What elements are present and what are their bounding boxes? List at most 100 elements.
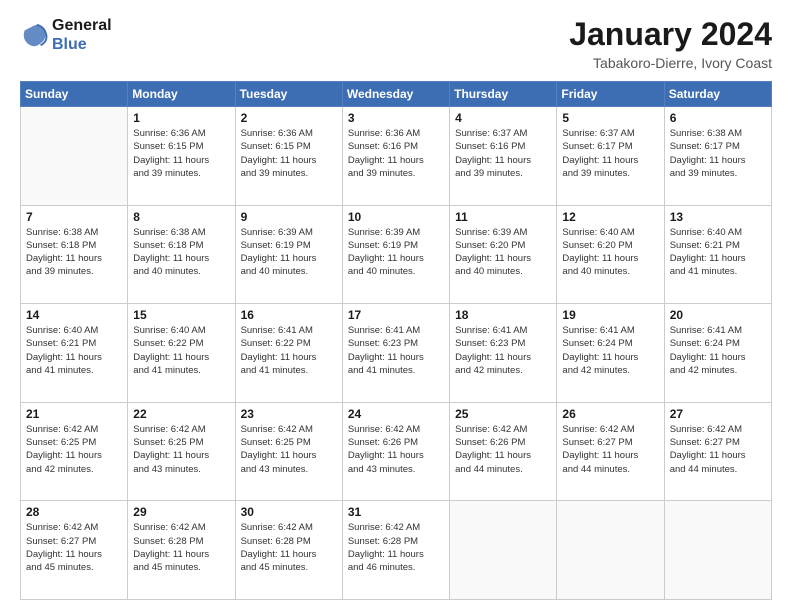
calendar-header-cell: Tuesday	[235, 82, 342, 107]
day-number: 27	[670, 407, 766, 421]
day-number: 6	[670, 111, 766, 125]
day-info: Sunrise: 6:40 AM Sunset: 6:22 PM Dayligh…	[133, 324, 229, 377]
day-info: Sunrise: 6:40 AM Sunset: 6:21 PM Dayligh…	[26, 324, 122, 377]
day-info: Sunrise: 6:42 AM Sunset: 6:28 PM Dayligh…	[348, 521, 444, 574]
day-number: 26	[562, 407, 658, 421]
day-number: 13	[670, 210, 766, 224]
day-info: Sunrise: 6:42 AM Sunset: 6:27 PM Dayligh…	[670, 423, 766, 476]
calendar-table: SundayMondayTuesdayWednesdayThursdayFrid…	[20, 81, 772, 600]
day-info: Sunrise: 6:40 AM Sunset: 6:21 PM Dayligh…	[670, 226, 766, 279]
day-number: 12	[562, 210, 658, 224]
day-number: 29	[133, 505, 229, 519]
day-number: 16	[241, 308, 337, 322]
calendar-cell: 29 Sunrise: 6:42 AM Sunset: 6:28 PM Dayli…	[128, 501, 235, 600]
calendar-header-row: SundayMondayTuesdayWednesdayThursdayFrid…	[21, 82, 772, 107]
calendar-header-cell: Wednesday	[342, 82, 449, 107]
calendar-cell: 9 Sunrise: 6:39 AM Sunset: 6:19 PM Daylig…	[235, 205, 342, 304]
day-info: Sunrise: 6:38 AM Sunset: 6:18 PM Dayligh…	[133, 226, 229, 279]
calendar-cell: 8 Sunrise: 6:38 AM Sunset: 6:18 PM Daylig…	[128, 205, 235, 304]
calendar-header-cell: Monday	[128, 82, 235, 107]
day-info: Sunrise: 6:36 AM Sunset: 6:15 PM Dayligh…	[133, 127, 229, 180]
day-number: 31	[348, 505, 444, 519]
day-number: 20	[670, 308, 766, 322]
day-info: Sunrise: 6:41 AM Sunset: 6:24 PM Dayligh…	[670, 324, 766, 377]
calendar-cell: 26 Sunrise: 6:42 AM Sunset: 6:27 PM Dayli…	[557, 402, 664, 501]
calendar-cell: 28 Sunrise: 6:42 AM Sunset: 6:27 PM Dayli…	[21, 501, 128, 600]
calendar-row: 28 Sunrise: 6:42 AM Sunset: 6:27 PM Dayli…	[21, 501, 772, 600]
calendar-cell: 27 Sunrise: 6:42 AM Sunset: 6:27 PM Dayli…	[664, 402, 771, 501]
day-info: Sunrise: 6:37 AM Sunset: 6:16 PM Dayligh…	[455, 127, 551, 180]
day-info: Sunrise: 6:36 AM Sunset: 6:15 PM Dayligh…	[241, 127, 337, 180]
calendar-cell	[664, 501, 771, 600]
day-number: 8	[133, 210, 229, 224]
calendar-row: 21 Sunrise: 6:42 AM Sunset: 6:25 PM Dayli…	[21, 402, 772, 501]
calendar-header-cell: Thursday	[450, 82, 557, 107]
day-info: Sunrise: 6:42 AM Sunset: 6:27 PM Dayligh…	[26, 521, 122, 574]
calendar-header-cell: Sunday	[21, 82, 128, 107]
day-number: 14	[26, 308, 122, 322]
calendar-cell: 17Sunrise: 6:41 AM Sunset: 6:23 PM Dayli…	[342, 304, 449, 403]
calendar-row: 7Sunrise: 6:38 AM Sunset: 6:18 PM Daylig…	[21, 205, 772, 304]
calendar-cell: 1 Sunrise: 6:36 AM Sunset: 6:15 PM Daylig…	[128, 107, 235, 206]
calendar-cell: 23Sunrise: 6:42 AM Sunset: 6:25 PM Dayli…	[235, 402, 342, 501]
day-number: 21	[26, 407, 122, 421]
calendar-cell: 25 Sunrise: 6:42 AM Sunset: 6:26 PM Dayli…	[450, 402, 557, 501]
day-info: Sunrise: 6:39 AM Sunset: 6:20 PM Dayligh…	[455, 226, 551, 279]
calendar-cell: 16 Sunrise: 6:41 AM Sunset: 6:22 PM Dayli…	[235, 304, 342, 403]
day-info: Sunrise: 6:42 AM Sunset: 6:26 PM Dayligh…	[455, 423, 551, 476]
calendar-header-cell: Saturday	[664, 82, 771, 107]
calendar-cell: 7Sunrise: 6:38 AM Sunset: 6:18 PM Daylig…	[21, 205, 128, 304]
day-info: Sunrise: 6:42 AM Sunset: 6:28 PM Dayligh…	[133, 521, 229, 574]
day-number: 10	[348, 210, 444, 224]
day-info: Sunrise: 6:38 AM Sunset: 6:18 PM Dayligh…	[26, 226, 122, 279]
day-number: 9	[241, 210, 337, 224]
title-block: January 2024 Tabakoro-Dierre, Ivory Coas…	[569, 16, 772, 71]
page: General Blue January 2024 Tabakoro-Dierr…	[0, 0, 792, 612]
calendar-cell: 3Sunrise: 6:36 AM Sunset: 6:16 PM Daylig…	[342, 107, 449, 206]
day-number: 2	[241, 111, 337, 125]
day-number: 3	[348, 111, 444, 125]
calendar-cell: 6Sunrise: 6:38 AM Sunset: 6:17 PM Daylig…	[664, 107, 771, 206]
day-info: Sunrise: 6:39 AM Sunset: 6:19 PM Dayligh…	[241, 226, 337, 279]
calendar-cell: 2 Sunrise: 6:36 AM Sunset: 6:15 PM Daylig…	[235, 107, 342, 206]
calendar-cell: 5 Sunrise: 6:37 AM Sunset: 6:17 PM Daylig…	[557, 107, 664, 206]
month-title: January 2024	[569, 16, 772, 53]
day-info: Sunrise: 6:41 AM Sunset: 6:22 PM Dayligh…	[241, 324, 337, 377]
calendar-row: 14 Sunrise: 6:40 AM Sunset: 6:21 PM Dayli…	[21, 304, 772, 403]
calendar-cell: 12 Sunrise: 6:40 AM Sunset: 6:20 PM Dayli…	[557, 205, 664, 304]
calendar-header-cell: Friday	[557, 82, 664, 107]
day-number: 1	[133, 111, 229, 125]
calendar-cell: 22Sunrise: 6:42 AM Sunset: 6:25 PM Dayli…	[128, 402, 235, 501]
calendar-cell: 11Sunrise: 6:39 AM Sunset: 6:20 PM Dayli…	[450, 205, 557, 304]
calendar-cell: 31 Sunrise: 6:42 AM Sunset: 6:28 PM Dayli…	[342, 501, 449, 600]
calendar-row: 1 Sunrise: 6:36 AM Sunset: 6:15 PM Daylig…	[21, 107, 772, 206]
calendar-cell: 19Sunrise: 6:41 AM Sunset: 6:24 PM Dayli…	[557, 304, 664, 403]
day-number: 28	[26, 505, 122, 519]
day-number: 25	[455, 407, 551, 421]
calendar-cell	[450, 501, 557, 600]
day-info: Sunrise: 6:42 AM Sunset: 6:25 PM Dayligh…	[241, 423, 337, 476]
calendar-cell	[557, 501, 664, 600]
logo: General Blue	[20, 16, 112, 54]
day-number: 4	[455, 111, 551, 125]
calendar-cell: 20 Sunrise: 6:41 AM Sunset: 6:24 PM Dayli…	[664, 304, 771, 403]
calendar-cell: 21 Sunrise: 6:42 AM Sunset: 6:25 PM Dayli…	[21, 402, 128, 501]
calendar-cell	[21, 107, 128, 206]
day-info: Sunrise: 6:41 AM Sunset: 6:24 PM Dayligh…	[562, 324, 658, 377]
calendar-cell: 30Sunrise: 6:42 AM Sunset: 6:28 PM Dayli…	[235, 501, 342, 600]
calendar-cell: 4 Sunrise: 6:37 AM Sunset: 6:16 PM Daylig…	[450, 107, 557, 206]
calendar-cell: 14 Sunrise: 6:40 AM Sunset: 6:21 PM Dayli…	[21, 304, 128, 403]
day-info: Sunrise: 6:40 AM Sunset: 6:20 PM Dayligh…	[562, 226, 658, 279]
calendar-cell: 10 Sunrise: 6:39 AM Sunset: 6:19 PM Dayli…	[342, 205, 449, 304]
calendar-cell: 15Sunrise: 6:40 AM Sunset: 6:22 PM Dayli…	[128, 304, 235, 403]
day-info: Sunrise: 6:42 AM Sunset: 6:25 PM Dayligh…	[26, 423, 122, 476]
day-info: Sunrise: 6:39 AM Sunset: 6:19 PM Dayligh…	[348, 226, 444, 279]
header: General Blue January 2024 Tabakoro-Dierr…	[20, 16, 772, 71]
day-number: 18	[455, 308, 551, 322]
logo-icon	[20, 21, 48, 49]
day-info: Sunrise: 6:37 AM Sunset: 6:17 PM Dayligh…	[562, 127, 658, 180]
day-info: Sunrise: 6:42 AM Sunset: 6:27 PM Dayligh…	[562, 423, 658, 476]
day-number: 22	[133, 407, 229, 421]
logo-text: General Blue	[52, 16, 112, 54]
day-number: 5	[562, 111, 658, 125]
